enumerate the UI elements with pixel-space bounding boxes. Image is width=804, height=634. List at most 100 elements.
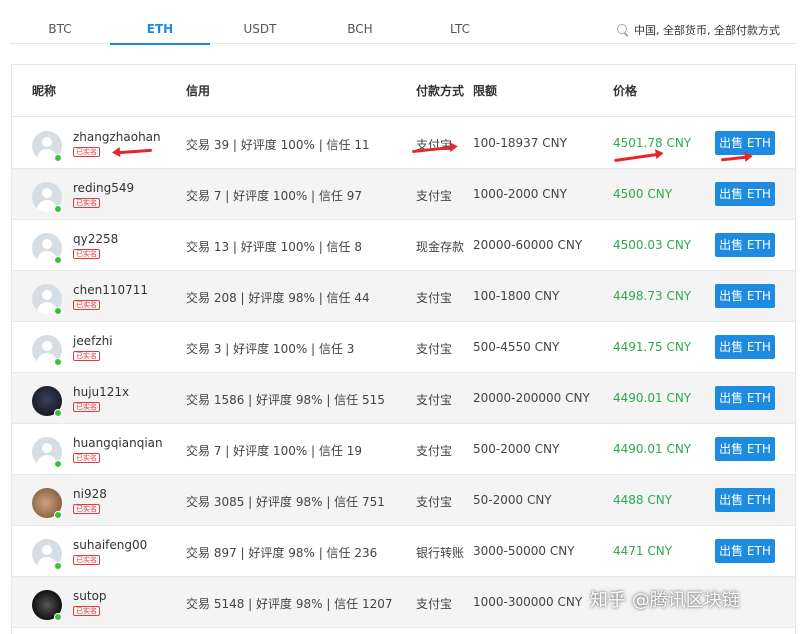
user-name[interactable]: huju121x bbox=[73, 385, 129, 399]
online-status-dot bbox=[54, 307, 62, 315]
payment-method: 支付宝 bbox=[416, 291, 453, 305]
credit-info: 交易 13 | 好评度 100% | 信任 8 bbox=[186, 240, 362, 254]
credit-info: 交易 897 | 好评度 98% | 信任 236 bbox=[186, 546, 378, 560]
trade-limit: 500-4550 CNY bbox=[473, 340, 560, 354]
table-header: 昵称 信用 付款方式 限额 价格 bbox=[12, 65, 795, 117]
payment-method: 支付宝 bbox=[416, 342, 453, 356]
trade-limit: 500-2000 CNY bbox=[473, 442, 560, 456]
verified-badge: 已实名 bbox=[73, 606, 100, 616]
verified-badge: 已实名 bbox=[73, 198, 100, 208]
payment-method: 支付宝 bbox=[416, 444, 453, 458]
price: 4490.01 CNY bbox=[613, 442, 692, 456]
table-row: ni928 已实名 交易 3085 | 好评度 98% | 信任 751 支付宝 50-… bbox=[12, 475, 795, 526]
price: 4498.73 CNY bbox=[613, 289, 692, 303]
sell-eth-button[interactable]: 出售 ETH bbox=[715, 284, 775, 308]
online-status-dot bbox=[54, 460, 62, 468]
trade-limit: 20000-200000 CNY bbox=[473, 391, 590, 405]
tab-ltc[interactable]: LTC bbox=[410, 0, 510, 44]
sell-eth-button[interactable]: 出售 ETH bbox=[715, 233, 775, 257]
user-name[interactable]: ni928 bbox=[73, 487, 107, 501]
credit-info: 交易 5148 | 好评度 98% | 信任 1207 bbox=[186, 597, 393, 611]
search-icon[interactable] bbox=[617, 24, 629, 36]
verified-badge: 已实名 bbox=[73, 147, 100, 157]
table-row: jeefzhi 已实名 交易 3 | 好评度 100% | 信任 3 支付宝 500-4… bbox=[12, 322, 795, 373]
trade-limit: 100-1800 CNY bbox=[473, 289, 560, 303]
user-name[interactable]: sutop bbox=[73, 589, 107, 603]
trade-limit: 20000-60000 CNY bbox=[473, 238, 583, 252]
sell-eth-button[interactable]: 出售 ETH bbox=[715, 437, 775, 461]
trade-limit: 3000-50000 CNY bbox=[473, 544, 575, 558]
verified-badge: 已实名 bbox=[73, 300, 100, 310]
user-name[interactable]: huangqianqian bbox=[73, 436, 163, 450]
tab-eth[interactable]: ETH bbox=[110, 0, 210, 45]
table-row: suhaifeng00 已实名 交易 897 | 好评度 98% | 信任 236 银… bbox=[12, 526, 795, 577]
verified-badge: 已实名 bbox=[73, 249, 100, 259]
credit-info: 交易 39 | 好评度 100% | 信任 11 bbox=[186, 138, 370, 152]
sell-eth-button[interactable]: 出售 ETH bbox=[715, 335, 775, 359]
online-status-dot bbox=[54, 358, 62, 366]
online-status-dot bbox=[54, 205, 62, 213]
tab-usdt[interactable]: USDT bbox=[210, 0, 310, 44]
payment-method: 支付宝 bbox=[416, 189, 453, 203]
price: 4501.78 CNY bbox=[613, 136, 692, 150]
tab-bch[interactable]: BCH bbox=[310, 0, 410, 44]
trade-limit: 100-18937 CNY bbox=[473, 136, 567, 150]
sell-eth-button[interactable]: 出售 ETH bbox=[715, 488, 775, 512]
price: 4491.75 CNY bbox=[613, 340, 692, 354]
trade-limit: 50-2000 CNY bbox=[473, 493, 552, 507]
verified-badge: 已实名 bbox=[73, 351, 100, 361]
tab-btc[interactable]: BTC bbox=[10, 0, 110, 44]
filter-summary[interactable]: 中国, 全部货币, 全部付款方式 bbox=[617, 22, 780, 38]
online-status-dot bbox=[54, 256, 62, 264]
trade-limit: 1000-2000 CNY bbox=[473, 187, 567, 201]
col-nickname: 昵称 bbox=[32, 84, 57, 98]
verified-badge: 已实名 bbox=[73, 402, 100, 412]
credit-info: 交易 7 | 好评度 100% | 信任 97 bbox=[186, 189, 362, 203]
user-name[interactable]: chen110711 bbox=[73, 283, 148, 297]
filter-text: 中国, 全部货币, 全部付款方式 bbox=[634, 24, 780, 37]
price: 4500 CNY bbox=[613, 187, 673, 201]
payment-method: 支付宝 bbox=[416, 495, 453, 509]
verified-badge: 已实名 bbox=[73, 453, 100, 463]
sell-eth-button[interactable]: 出售 ETH bbox=[715, 386, 775, 410]
col-credit: 信用 bbox=[186, 84, 211, 98]
table-row: chen110711 已实名 交易 208 | 好评度 98% | 信任 44 支付宝… bbox=[12, 271, 795, 322]
price: 4490.01 CNY bbox=[613, 391, 692, 405]
user-name[interactable]: reding549 bbox=[73, 181, 134, 195]
user-name[interactable]: qy2258 bbox=[73, 232, 118, 246]
online-status-dot bbox=[54, 562, 62, 570]
credit-info: 交易 3 | 好评度 100% | 信任 3 bbox=[186, 342, 355, 356]
table-row: qy2258 已实名 交易 13 | 好评度 100% | 信任 8 现金存款 2000… bbox=[12, 220, 795, 271]
online-status-dot bbox=[54, 409, 62, 417]
verified-badge: 已实名 bbox=[73, 504, 100, 514]
credit-info: 交易 1586 | 好评度 98% | 信任 515 bbox=[186, 393, 385, 407]
col-limit: 限额 bbox=[473, 84, 498, 98]
credit-info: 交易 208 | 好评度 98% | 信任 44 bbox=[186, 291, 370, 305]
user-name[interactable]: jeefzhi bbox=[73, 334, 113, 348]
price: 4500.03 CNY bbox=[613, 238, 692, 252]
price: 4488 CNY bbox=[613, 493, 673, 507]
trade-limit: 1000-300000 CNY bbox=[473, 595, 583, 609]
watermark: 知乎 @腾讯区块链 bbox=[590, 590, 740, 611]
col-price: 价格 bbox=[613, 84, 638, 98]
user-name[interactable]: suhaifeng00 bbox=[73, 538, 147, 552]
table-row: huju121x 已实名 交易 1586 | 好评度 98% | 信任 515 支付宝… bbox=[12, 373, 795, 424]
online-status-dot bbox=[54, 613, 62, 621]
sell-eth-button[interactable]: 出售 ETH bbox=[715, 182, 775, 206]
payment-method: 支付宝 bbox=[416, 393, 453, 407]
payment-method: 支付宝 bbox=[416, 597, 453, 611]
online-status-dot bbox=[54, 511, 62, 519]
table-row: huangqianqian 已实名 交易 7 | 好评度 100% | 信任 19 支… bbox=[12, 424, 795, 475]
verified-badge: 已实名 bbox=[73, 555, 100, 565]
user-name[interactable]: zhangzhaohan bbox=[73, 130, 161, 144]
online-status-dot bbox=[54, 154, 62, 162]
table-row: zhangzhaohan 已实名 交易 39 | 好评度 100% | 信任 11 支… bbox=[12, 118, 795, 169]
col-payment: 付款方式 bbox=[416, 84, 465, 98]
price: 4471 CNY bbox=[613, 544, 673, 558]
sell-eth-button[interactable]: 出售 ETH bbox=[715, 539, 775, 563]
credit-info: 交易 3085 | 好评度 98% | 信任 751 bbox=[186, 495, 385, 509]
payment-method: 银行转账 bbox=[416, 546, 465, 560]
payment-method: 现金存款 bbox=[416, 240, 465, 254]
credit-info: 交易 7 | 好评度 100% | 信任 19 bbox=[186, 444, 362, 458]
table-row: reding549 已实名 交易 7 | 好评度 100% | 信任 97 支付宝 10… bbox=[12, 169, 795, 220]
